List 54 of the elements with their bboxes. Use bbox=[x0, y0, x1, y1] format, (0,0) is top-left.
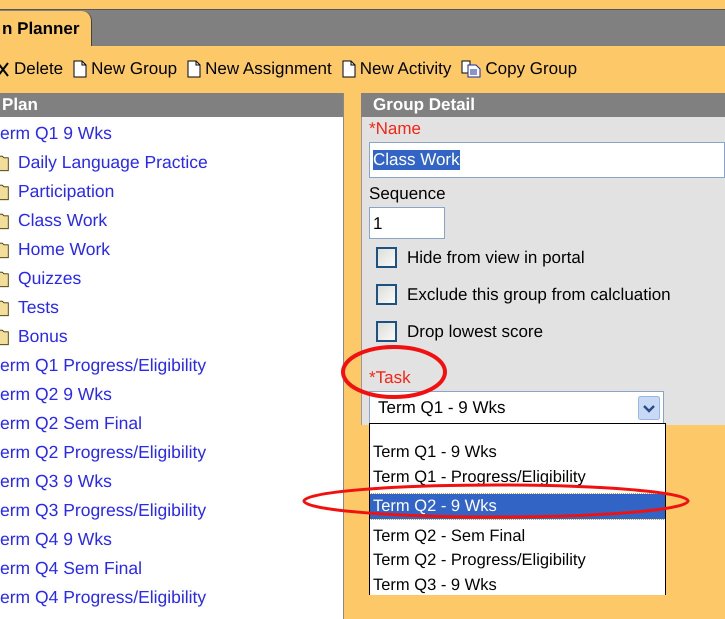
checkbox-label: Exclude this group from calcluation bbox=[407, 284, 671, 304]
dropdown-option[interactable]: Term Q2 - Sem Final bbox=[370, 524, 665, 548]
tree-item[interactable]: erm Q2 Sem Final bbox=[0, 409, 343, 438]
toolbar-button[interactable]: Copy Group bbox=[459, 58, 580, 78]
document-icon bbox=[187, 58, 202, 78]
toolbar-button[interactable]: Delete bbox=[0, 58, 66, 78]
name-field[interactable]: Class Work bbox=[369, 142, 725, 178]
tree-item[interactable]: Home Work bbox=[18, 235, 110, 264]
tree-item[interactable]: erm Q3 9 Wks bbox=[0, 467, 343, 496]
tree-item[interactable]: Participation bbox=[18, 177, 114, 206]
tree-item[interactable]: erm Q1 9 Wks bbox=[0, 119, 343, 148]
tree-item[interactable]: Class Work bbox=[18, 206, 108, 235]
dropdown-option[interactable]: Term Q1 - 9 Wks bbox=[370, 440, 665, 464]
tree-item[interactable]: erm Q4 Sem Final bbox=[0, 554, 343, 583]
folder-icon bbox=[0, 182, 10, 202]
panel-header: Group Detail bbox=[361, 93, 725, 117]
folder-icon bbox=[0, 152, 10, 172]
toolbar-button[interactable]: New Assignment bbox=[185, 58, 334, 78]
folder-icon bbox=[0, 210, 10, 230]
dropdown-option[interactable]: Term Q1 - Progress/Eligibility bbox=[370, 464, 665, 489]
checkbox[interactable] bbox=[376, 247, 397, 268]
dropdown-option[interactable]: Term Q2 - Progress/Eligibility bbox=[370, 548, 665, 572]
folder-icon bbox=[0, 298, 10, 318]
toolbar-button[interactable]: New Activity bbox=[340, 58, 454, 78]
checkbox[interactable] bbox=[376, 284, 397, 305]
tree-item[interactable]: erm Q2 Progress/Eligibility bbox=[0, 438, 343, 467]
field-label: *Task bbox=[369, 368, 412, 388]
tree-item[interactable]: Bonus bbox=[18, 322, 68, 351]
tree-item[interactable]: Daily Language Practice bbox=[18, 148, 208, 177]
folder-icon bbox=[0, 240, 10, 260]
checkbox-label: Hide from view in portal bbox=[407, 248, 585, 268]
document-icon bbox=[342, 58, 356, 78]
checkbox[interactable] bbox=[376, 321, 397, 342]
tree-item[interactable]: Quizzes bbox=[18, 264, 82, 293]
tree-item[interactable]: erm Q2 9 Wks bbox=[0, 380, 343, 409]
field-label: *Name bbox=[369, 119, 422, 139]
checkbox-label: Drop lowest score bbox=[407, 322, 544, 342]
task-dropdown[interactable]: Term Q1 - 9 Wks bbox=[369, 391, 664, 424]
panel-header: Plan bbox=[0, 93, 343, 117]
tree-item[interactable]: erm Q4 Progress/Eligibility bbox=[0, 583, 343, 612]
tree-item[interactable]: erm Q3 Progress/Eligibility bbox=[0, 496, 343, 525]
field-label: Sequence bbox=[369, 184, 447, 204]
folder-icon bbox=[0, 268, 10, 288]
sequence-field[interactable]: 1 bbox=[369, 207, 445, 239]
toolbar-button[interactable]: New Group bbox=[71, 58, 180, 78]
planner-tab[interactable]: n Planner bbox=[0, 11, 92, 46]
tree-item[interactable]: erm Q1 Progress/Eligibility bbox=[0, 351, 343, 380]
document-icon bbox=[73, 58, 88, 78]
tree-item[interactable]: erm Q4 9 Wks bbox=[0, 525, 343, 554]
tree-item[interactable]: Tests bbox=[18, 293, 59, 322]
copy-icon bbox=[461, 58, 482, 78]
dropdown-option[interactable]: Term Q3 - 9 Wks bbox=[370, 572, 665, 595]
chevron-down-icon bbox=[638, 396, 660, 420]
folder-icon bbox=[0, 326, 10, 346]
